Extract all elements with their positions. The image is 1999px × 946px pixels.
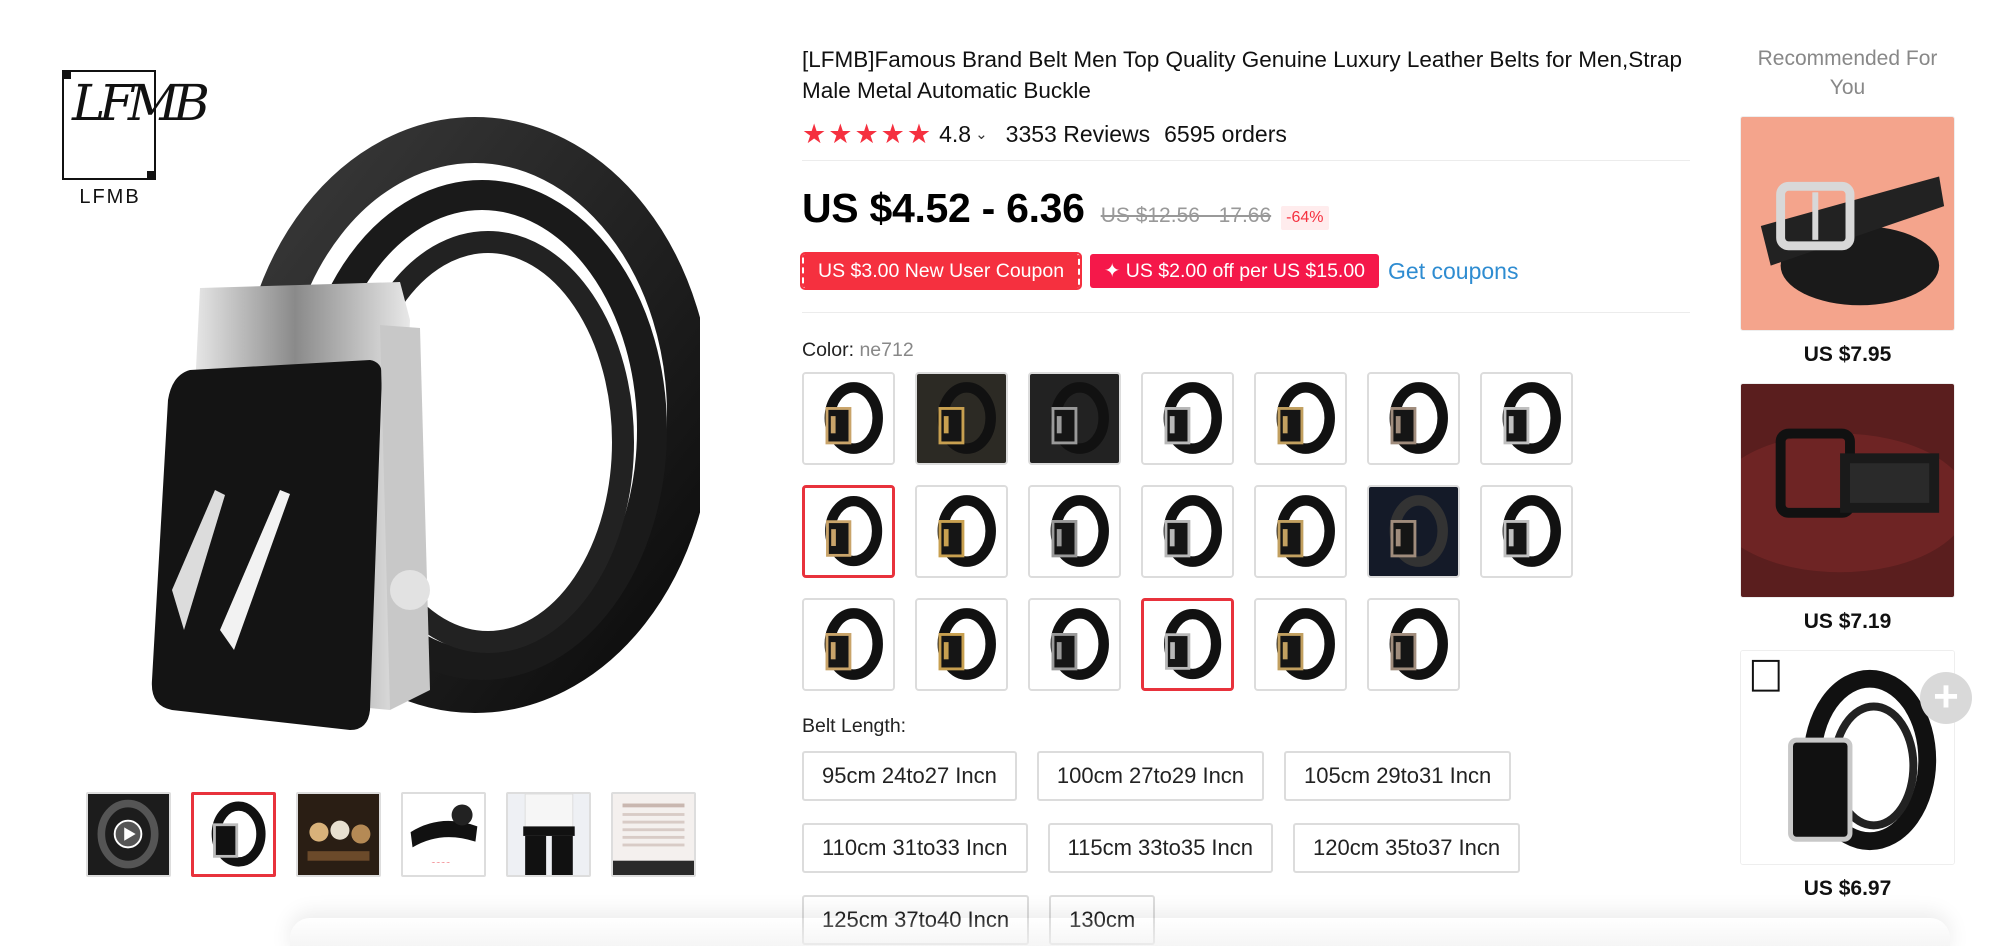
belt-length-options: 95cm 24to27 Incn 100cm 27to29 Incn 105cm… [802,751,1582,945]
color-swatch[interactable] [1028,372,1121,465]
recommended-item-price: US $7.95 [1803,343,1892,366]
star-icon: ★ [802,118,827,149]
thumbnail-image[interactable] [296,792,381,877]
plus-icon[interactable]: + [1920,672,1972,724]
star-icon: ★ [906,118,932,149]
reviews-link[interactable]: 3353 Reviews [1006,121,1150,148]
color-swatch[interactable] [1480,485,1573,578]
chevron-down-icon[interactable]: ⌄ [975,125,988,143]
recommended-item-price: US $7.19 [1803,610,1892,633]
color-swatch[interactable] [802,372,895,465]
price-row: US $4.52 - 6.36 US $12.56 - 17.66 -64% [802,185,1690,232]
recommended-item[interactable]: US $7.19 [1740,383,1955,634]
recommended-item-image[interactable] [1740,116,1955,331]
belt-length-label: Belt Length: [802,715,907,737]
orders-count: 6595 orders [1164,120,1287,147]
thumbnail-strip: ~ ~ ~ ~ [86,792,696,877]
recommended-item-price: US $6.97 [1803,877,1892,900]
rating-value[interactable]: 4.8 [939,121,971,148]
length-option[interactable]: 105cm 29to31 Incn [1284,751,1512,801]
thumbnail-video[interactable] [86,792,171,877]
length-option[interactable]: 95cm 24to27 Incn [802,751,1017,801]
svg-text:~ ~ ~ ~: ~ ~ ~ ~ [432,861,451,867]
current-price: US $4.52 - 6.36 [802,185,1085,231]
divider [802,160,1690,161]
product-title: [LFMB]Famous Brand Belt Men Top Quality … [802,47,1683,103]
new-user-coupon[interactable]: US $3.00 New User Coupon [799,252,1083,290]
thumbnail-image[interactable] [611,792,696,877]
thumbnail-image[interactable]: ~ ~ ~ ~ [401,792,486,877]
get-coupons-link[interactable]: Get coupons [1388,258,1518,285]
bottom-bar-shadow [290,918,1950,946]
recommended-title: Recommended For You [1757,47,1938,99]
recommended-item-image[interactable] [1740,650,1955,865]
color-swatch[interactable] [1028,598,1121,691]
color-swatch[interactable] [1480,372,1573,465]
color-swatch[interactable] [1254,598,1347,691]
thumbnail-image[interactable] [191,792,276,877]
color-swatch[interactable] [802,598,895,691]
recommended-item[interactable]: US $7.95 [1740,116,1955,367]
length-option[interactable]: 115cm 33to35 Incn [1047,823,1273,873]
color-swatch[interactable] [1367,485,1460,578]
length-option[interactable]: 120cm 35to37 Incn [1293,823,1521,873]
color-swatch[interactable] [1254,372,1347,465]
color-swatch[interactable] [1028,485,1121,578]
color-swatch[interactable] [1367,372,1460,465]
recommended-panel: Recommended For You US $7.95 US $7.19 US… [1740,44,1955,901]
color-swatch[interactable] [802,485,895,578]
coupon-row: US $3.00 New User Coupon ✦ US $2.00 off … [799,252,1690,290]
color-value: ne712 [859,339,914,361]
star-icon: ★ [828,118,853,149]
color-swatch[interactable] [915,485,1008,578]
color-swatches [802,372,1690,691]
store-coupon[interactable]: ✦ US $2.00 off per US $15.00 [1090,254,1380,288]
original-price: US $12.56 - 17.66 [1100,204,1272,227]
color-swatch[interactable] [1141,485,1234,578]
thumbnail-image[interactable] [506,792,591,877]
color-swatch[interactable] [1141,372,1234,465]
discount-badge: -64% [1281,206,1329,230]
rating-row: ★ ★ ★ ★ ★ 4.8 ⌄ 3353 Reviews 6595 orders [802,118,1690,150]
product-info: [LFMB]Famous Brand Belt Men Top Quality … [799,44,1690,945]
divider [802,312,1690,313]
color-swatch[interactable] [915,372,1008,465]
color-label-text: Color: [802,339,855,361]
length-option[interactable]: 100cm 27to29 Incn [1036,751,1265,801]
color-swatch[interactable] [1141,598,1234,691]
length-option[interactable]: 110cm 31to33 Incn [802,823,1028,873]
star-icon: ★ [854,118,879,149]
main-product-image[interactable] [120,70,713,770]
color-swatch[interactable] [915,598,1008,691]
color-swatch[interactable] [1367,598,1460,691]
color-swatch[interactable] [1254,485,1347,578]
color-label: Color: ne712 [802,339,1690,362]
recommended-item-image[interactable] [1740,383,1955,598]
star-icon: ★ [880,118,905,149]
